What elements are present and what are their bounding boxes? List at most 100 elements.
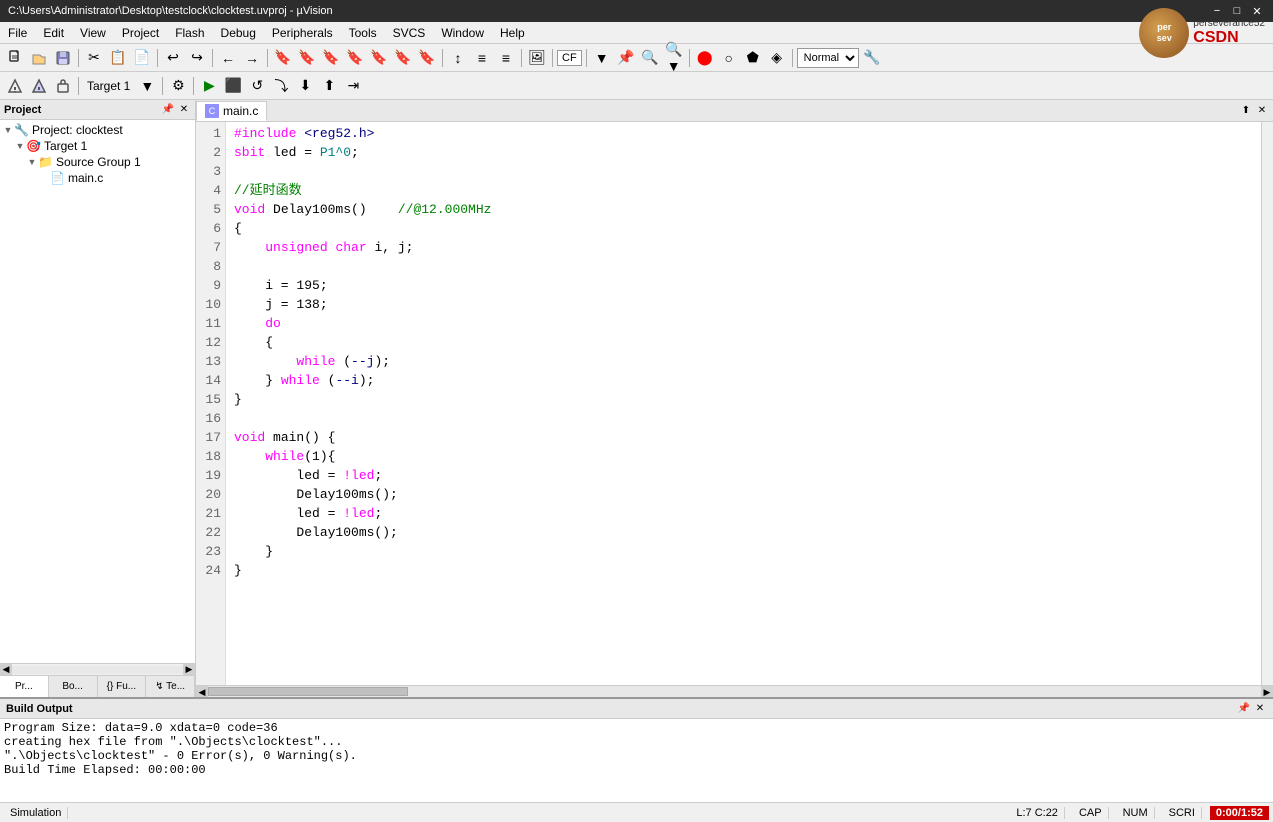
- code-line-3: [234, 162, 1253, 181]
- tb-separator-5: [442, 49, 443, 67]
- tb-separator-1: [78, 49, 79, 67]
- tree-item-target[interactable]: ▼ 🎯 Target 1: [2, 138, 193, 154]
- build-panel-pin-button[interactable]: 📌: [1237, 702, 1251, 716]
- tb2-reset-button[interactable]: ↺: [246, 75, 268, 97]
- tb2-stop-button[interactable]: ⬛: [222, 75, 244, 97]
- menu-peripherals[interactable]: Peripherals: [264, 22, 341, 43]
- target-select-button[interactable]: ▼: [136, 75, 158, 97]
- tb-cut-button[interactable]: ✂: [83, 47, 105, 69]
- tree-item-project[interactable]: ▼ 🔧 Project: clocktest: [2, 122, 193, 138]
- tb2-clean-button[interactable]: [52, 75, 74, 97]
- menu-tools[interactable]: Tools: [341, 22, 385, 43]
- tb-back-button[interactable]: ←: [217, 47, 239, 69]
- proj-tab-books[interactable]: Bo...: [49, 676, 98, 697]
- tb2-step-out-button[interactable]: ⬆: [318, 75, 340, 97]
- tb2-step-into-button[interactable]: ⬇: [294, 75, 316, 97]
- build-panel-close-button[interactable]: ✕: [1253, 702, 1267, 716]
- menu-project[interactable]: Project: [114, 22, 167, 43]
- menu-svcs[interactable]: SVCS: [385, 22, 434, 43]
- code-line-5: void Delay100ms() //@12.000MHz: [234, 200, 1253, 219]
- tb-paste-button[interactable]: 📄: [131, 47, 153, 69]
- tb-search2-button[interactable]: 🔍▼: [663, 47, 685, 69]
- tree-item-main-c[interactable]: 📄 main.c: [2, 170, 193, 186]
- tb-debug-stop-button[interactable]: ⬤: [694, 47, 716, 69]
- tb-undo-button[interactable]: ↩: [162, 47, 184, 69]
- editor-close-button[interactable]: ✕: [1255, 104, 1269, 118]
- code-line-1: #include <reg52.h>: [234, 124, 1253, 143]
- project-tree: ▼ 🔧 Project: clocktest ▼ 🎯 Target 1 ▼ 📁 …: [0, 120, 195, 663]
- tb-indent-button[interactable]: ↕: [447, 47, 469, 69]
- code-line-11: do: [234, 314, 1253, 333]
- proj-tab-project[interactable]: Pr...: [0, 676, 49, 697]
- tb2-sep3: [193, 77, 194, 95]
- tb-bookmark-button[interactable]: 🔖: [272, 47, 294, 69]
- menu-help[interactable]: Help: [492, 22, 533, 43]
- code-line-9: i = 195;: [234, 276, 1253, 295]
- editor-pin-button[interactable]: ⬆: [1239, 104, 1253, 118]
- editor-tab-main-c[interactable]: C main.c: [196, 101, 267, 121]
- tb-format-button[interactable]: ≡: [495, 47, 517, 69]
- tb2-rebuild-button[interactable]: [28, 75, 50, 97]
- editor-vscroll[interactable]: [1261, 122, 1273, 685]
- status-caps: CAP: [1073, 807, 1109, 819]
- tb2-debug-start-button[interactable]: ▶: [198, 75, 220, 97]
- project-panel-close-button[interactable]: ✕: [177, 103, 191, 117]
- tb-debug-step2-button[interactable]: ◈: [766, 47, 788, 69]
- editor-tabs-list: C main.c: [196, 101, 269, 121]
- tb-pin-button[interactable]: 📌: [615, 47, 637, 69]
- left-hscroll: ◀ ▶: [0, 663, 195, 675]
- tree-expand-source: ▼: [26, 157, 38, 167]
- menu-flash[interactable]: Flash: [167, 22, 212, 43]
- tb-unindent-button[interactable]: ≡: [471, 47, 493, 69]
- tb-bookmark6-button[interactable]: 🔖: [392, 47, 414, 69]
- code-line-16: [234, 409, 1253, 428]
- tb-debug-run-button[interactable]: ○: [718, 47, 740, 69]
- tb-save-button[interactable]: [52, 47, 74, 69]
- editor-hscroll-track[interactable]: [208, 686, 1261, 697]
- proj-tab-templates[interactable]: ↯ Te...: [146, 676, 195, 697]
- menu-debug[interactable]: Debug: [213, 22, 264, 43]
- editor-hscroll-left[interactable]: ◀: [196, 686, 208, 697]
- left-scroll-left-arrow[interactable]: ◀: [0, 664, 12, 676]
- tb2-options-button[interactable]: ⚙: [167, 75, 189, 97]
- build-header-controls: 📌 ✕: [1237, 702, 1267, 716]
- menu-view[interactable]: View: [72, 22, 114, 43]
- tb-open-button[interactable]: [28, 47, 50, 69]
- tb-insert-button[interactable]: 🖼: [526, 47, 548, 69]
- tb-bookmark5-button[interactable]: 🔖: [368, 47, 390, 69]
- tb-separator-2: [157, 49, 158, 67]
- tb-redo-button[interactable]: ↪: [186, 47, 208, 69]
- tree-item-source-group[interactable]: ▼ 📁 Source Group 1: [2, 154, 193, 170]
- tb-bookmark2-button[interactable]: 🔖: [296, 47, 318, 69]
- tb2-build-button[interactable]: [4, 75, 26, 97]
- proj-tab-functions[interactable]: {} Fu...: [98, 676, 147, 697]
- tb-search-button[interactable]: 🔍: [639, 47, 661, 69]
- tb2-step-over-button[interactable]: ⤵: [270, 75, 292, 97]
- status-num: NUM: [1117, 807, 1155, 819]
- tb-bookmark7-button[interactable]: 🔖: [416, 47, 438, 69]
- tb-forward-button[interactable]: →: [241, 47, 263, 69]
- menu-file[interactable]: File: [0, 22, 35, 43]
- title-text: C:\Users\Administrator\Desktop\testclock…: [8, 5, 333, 17]
- tb-bookmark3-button[interactable]: 🔖: [320, 47, 342, 69]
- tb-separator-8: [586, 49, 587, 67]
- tb-debug-step-button[interactable]: ⬟: [742, 47, 764, 69]
- tb2-run-cursor-button[interactable]: ⇥: [342, 75, 364, 97]
- tb-copy-button[interactable]: 📋: [107, 47, 129, 69]
- left-scroll-track[interactable]: [12, 666, 183, 674]
- tb2-sep1: [78, 77, 79, 95]
- user-avatar-text: persev: [1157, 22, 1172, 44]
- menu-window[interactable]: Window: [433, 22, 492, 43]
- tb-new-button[interactable]: [4, 47, 26, 69]
- tb-search-down-button[interactable]: ▼: [591, 47, 613, 69]
- tb-separator-9: [689, 49, 690, 67]
- left-scroll-right-arrow[interactable]: ▶: [183, 664, 195, 676]
- build-line: Program Size: data=9.0 xdata=0 code=36: [4, 721, 1269, 735]
- tb-tools-button[interactable]: 🔧: [861, 47, 883, 69]
- tb-bookmark4-button[interactable]: 🔖: [344, 47, 366, 69]
- tb-view-combo[interactable]: Normal: [797, 48, 859, 68]
- code-content[interactable]: #include <reg52.h>sbit led = P1^0; //延时函…: [226, 122, 1261, 685]
- project-panel-pin-button[interactable]: 📌: [161, 103, 175, 117]
- menu-edit[interactable]: Edit: [35, 22, 72, 43]
- editor-hscroll-right[interactable]: ▶: [1261, 686, 1273, 697]
